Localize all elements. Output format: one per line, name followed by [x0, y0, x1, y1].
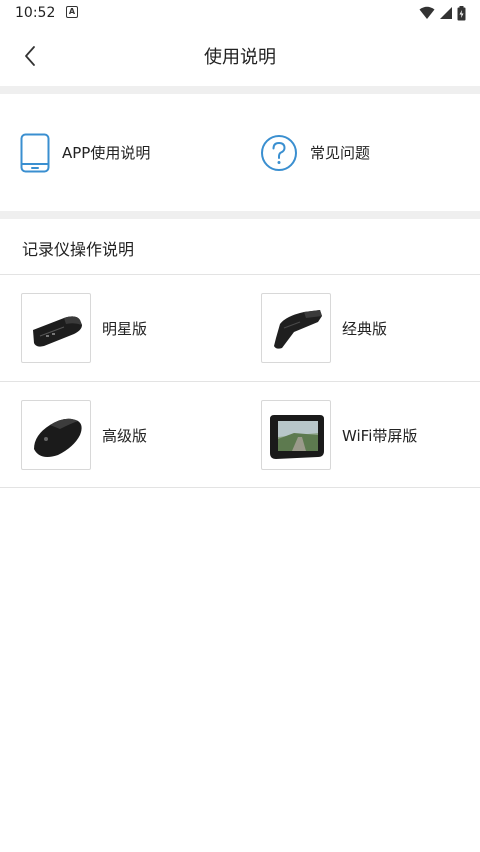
- dashcam-star-image: [21, 293, 91, 363]
- faq-item[interactable]: 常见问题: [260, 94, 370, 211]
- model-label-star: 明星版: [102, 319, 148, 338]
- model-label-wifi-screen: WiFi带屏版: [342, 426, 418, 445]
- battery-icon: [457, 5, 466, 20]
- wifi-icon: [419, 6, 435, 19]
- guide-row: APP使用说明 常见问题: [0, 94, 480, 211]
- dashcam-wifi-screen-image: [261, 400, 331, 470]
- status-indicators: [419, 5, 466, 21]
- model-item-classic[interactable]: 经典版: [261, 293, 387, 363]
- divider: [0, 381, 480, 382]
- dashcam-classic-image: [261, 293, 331, 363]
- model-item-star[interactable]: 明星版: [21, 293, 147, 363]
- phone-icon: [20, 133, 50, 172]
- section-separator: [0, 86, 480, 94]
- notification-icon: A: [66, 6, 78, 18]
- model-label-premium: 高级版: [102, 426, 148, 445]
- model-item-premium[interactable]: 高级版: [21, 400, 147, 470]
- faq-label: 常见问题: [310, 144, 371, 162]
- divider: [0, 274, 480, 275]
- model-label-classic: 经典版: [342, 319, 388, 338]
- app-guide-label: APP使用说明: [62, 144, 151, 162]
- cellular-signal-icon: [440, 7, 452, 19]
- model-item-wifi-screen[interactable]: WiFi带屏版: [261, 400, 417, 470]
- app-bar: 使用说明: [0, 26, 480, 86]
- status-bar: 10:52 A: [0, 0, 480, 26]
- section-title: 记录仪操作说明: [22, 240, 135, 259]
- divider: [0, 487, 480, 488]
- section-separator: [0, 211, 480, 219]
- dashcam-premium-image: [21, 400, 91, 470]
- question-circle-icon: [261, 134, 297, 171]
- status-time: 10:52: [15, 5, 56, 21]
- app-guide-item[interactable]: APP使用说明: [20, 94, 150, 211]
- page-title: 使用说明: [204, 47, 276, 68]
